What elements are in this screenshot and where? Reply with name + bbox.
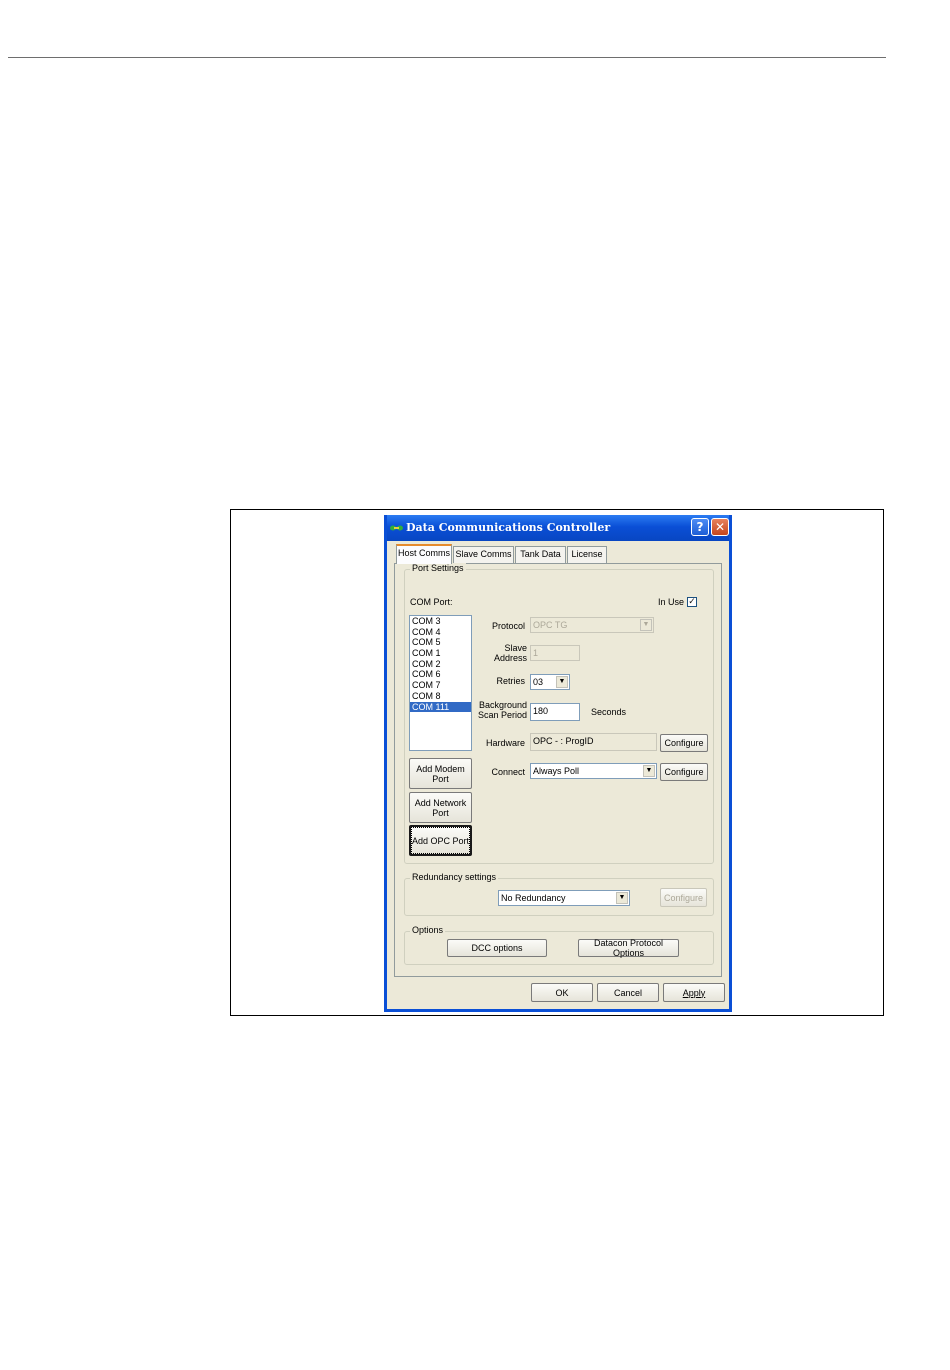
scan-period-field[interactable]: 180 xyxy=(530,703,580,721)
connect-label: Connect xyxy=(491,767,525,777)
port-settings-legend: Port Settings xyxy=(410,563,466,573)
hardware-label: Hardware xyxy=(485,738,525,748)
options-group: Options DCC options Datacon Protocol Opt… xyxy=(404,925,714,965)
protocol-value: OPC TG xyxy=(533,620,568,630)
list-item[interactable]: COM 8 xyxy=(410,691,471,702)
hardware-field: OPC - : ProgID xyxy=(530,733,657,751)
dcc-dialog: Data Communications Controller ? ✕ Host … xyxy=(384,515,732,1012)
add-network-label-line2: Port xyxy=(432,807,449,818)
list-item[interactable]: COM 2 xyxy=(410,659,471,670)
list-item[interactable]: COM 6 xyxy=(410,669,471,680)
slave-address-label-line1: Slave xyxy=(504,643,527,653)
in-use-label: In Use xyxy=(658,597,685,607)
list-item-selected[interactable]: COM 111 xyxy=(410,701,471,713)
host-comms-panel: Port Settings COM Port: In Use ✓ COM 3 C… xyxy=(394,563,722,977)
tab-host-comms[interactable]: Host Comms xyxy=(396,544,452,564)
com-port-listbox[interactable]: COM 3 COM 4 COM 5 COM 1 COM 2 COM 6 COM … xyxy=(409,615,472,751)
add-network-label-line1: Add Network xyxy=(414,797,467,808)
ok-button[interactable]: OK xyxy=(531,983,593,1002)
page-header-rule xyxy=(8,57,886,58)
dcc-options-button[interactable]: DCC options xyxy=(447,939,547,957)
chevron-down-icon: ▼ xyxy=(616,892,628,904)
background-label-line2: Scan Period xyxy=(477,710,527,720)
list-item[interactable]: COM 1 xyxy=(410,648,471,659)
retries-label: Retries xyxy=(496,676,525,686)
apply-label: Apply xyxy=(682,987,706,998)
add-network-port-button[interactable]: Add Network Port xyxy=(409,792,472,823)
tab-slave-comms[interactable]: Slave Comms xyxy=(453,546,514,563)
chevron-down-icon: ▼ xyxy=(643,765,655,777)
window-title: Data Communications Controller xyxy=(406,521,611,534)
protocol-label: Protocol xyxy=(491,621,525,631)
check-mark-icon: ✓ xyxy=(688,597,696,607)
redundancy-select[interactable]: No Redundancy ▼ xyxy=(498,890,630,906)
redundancy-configure-button[interactable]: Configure xyxy=(660,888,707,907)
cancel-button[interactable]: Cancel xyxy=(597,983,659,1002)
add-modem-label-line2: Port xyxy=(432,773,449,784)
connect-value: Always Poll xyxy=(533,766,580,776)
redundancy-group: Redundancy settings No Redundancy ▼ Conf… xyxy=(404,872,714,916)
help-button[interactable]: ? xyxy=(691,518,709,536)
retries-select[interactable]: 03 ▼ xyxy=(530,674,570,690)
connect-select[interactable]: Always Poll ▼ xyxy=(530,763,657,779)
chevron-down-icon: ▼ xyxy=(640,619,652,631)
list-item[interactable]: COM 7 xyxy=(410,680,471,691)
redundancy-value: No Redundancy xyxy=(501,893,566,903)
chevron-down-icon: ▼ xyxy=(556,676,568,688)
add-opc-port-button[interactable]: Add OPC Port xyxy=(409,825,472,856)
protocol-select[interactable]: OPC TG ▼ xyxy=(530,617,654,633)
datacon-protocol-options-button[interactable]: Datacon Protocol Options xyxy=(578,938,679,958)
list-item[interactable]: COM 4 xyxy=(410,627,471,638)
add-modem-port-button[interactable]: Add Modem Port xyxy=(409,758,472,789)
hardware-configure-button[interactable]: Configure xyxy=(660,734,708,752)
in-use-checkbox[interactable]: ✓ xyxy=(687,597,697,607)
slave-address-label-line2: Address xyxy=(493,653,527,663)
tab-tank-data[interactable]: Tank Data xyxy=(515,546,566,563)
redundancy-legend: Redundancy settings xyxy=(410,872,499,882)
connect-configure-button[interactable]: Configure xyxy=(660,763,708,781)
close-button[interactable]: ✕ xyxy=(711,518,729,536)
apply-button[interactable]: Apply xyxy=(663,983,725,1002)
title-bar[interactable]: Data Communications Controller ? ✕ xyxy=(387,515,729,541)
list-item[interactable]: COM 5 xyxy=(410,637,471,648)
tab-license[interactable]: License xyxy=(567,546,607,563)
seconds-label: Seconds xyxy=(591,707,627,717)
options-legend: Options xyxy=(410,925,446,935)
app-icon xyxy=(390,525,403,531)
background-label-line1: Background xyxy=(478,700,527,710)
port-settings-group: Port Settings COM Port: In Use ✓ COM 3 C… xyxy=(404,563,714,864)
list-item[interactable]: COM 3 xyxy=(410,616,471,627)
add-modem-label-line1: Add Modem xyxy=(416,763,465,774)
retries-value: 03 xyxy=(533,677,544,687)
com-port-label: COM Port: xyxy=(410,597,453,607)
slave-address-field[interactable]: 1 xyxy=(530,645,580,661)
